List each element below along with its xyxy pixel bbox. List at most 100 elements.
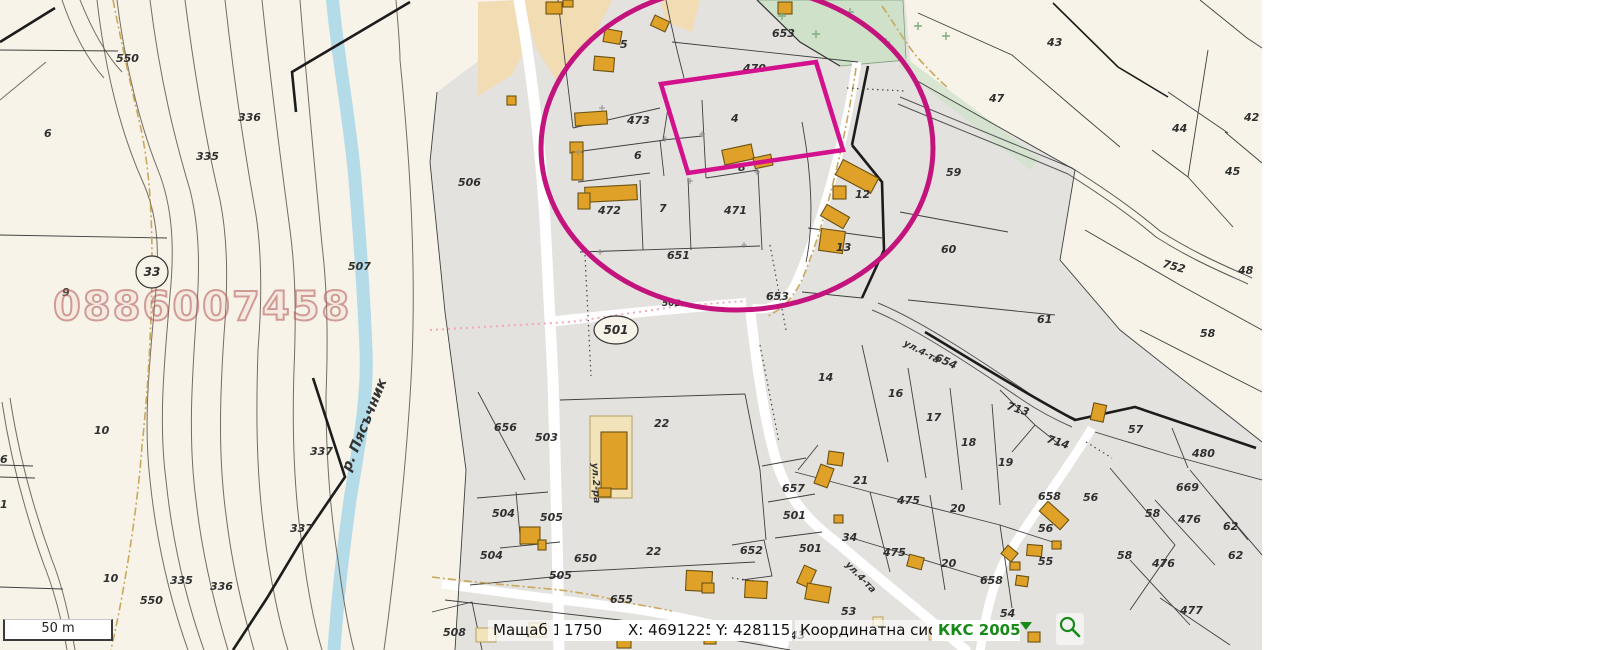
parcel-label: 59 (946, 166, 962, 179)
parcel-label: 655 (610, 593, 633, 606)
parcel-label: 17 (926, 411, 942, 424)
chevron-down-icon[interactable] (1020, 622, 1032, 630)
parcel-label: 650 (574, 552, 597, 565)
parcel-label: 653 (772, 27, 795, 40)
parcel-label: 471 (723, 204, 747, 217)
building (601, 432, 627, 489)
parcel-label: 56 (1083, 491, 1099, 504)
y-label: Y: (716, 621, 728, 639)
right-blank-panel (1262, 0, 1600, 650)
map-viewport: 5503366335507910337611033555033633750656… (0, 0, 1600, 650)
parcel-label: 504 (480, 549, 503, 562)
parcel-label: 22 (646, 545, 662, 558)
parcel-label: 7 (659, 202, 667, 215)
parcel-label: 657 (782, 482, 805, 495)
parcel-label: 6 (44, 127, 52, 140)
parcel-label: 336 (238, 111, 261, 124)
building (778, 2, 792, 14)
parcel-label: 550 (140, 594, 163, 607)
parcel-label: 473 (626, 114, 650, 127)
parcel-label: 476 (1177, 513, 1201, 526)
parcel-label: 43 (1046, 36, 1063, 49)
parcel-label: 9 (62, 286, 70, 299)
circled-label: 33 (144, 265, 161, 279)
parcel-label: 58 (1145, 507, 1161, 520)
parcel-label: 477 (1179, 604, 1203, 617)
parcel-label: 55 (1038, 555, 1054, 568)
building (827, 451, 844, 466)
scale-input[interactable]: 1750 (558, 620, 628, 641)
search-icon (1057, 614, 1083, 640)
parcel-label: 653 (766, 290, 789, 303)
parcel-label: 501 (799, 542, 822, 555)
parcel-label: 337 (310, 445, 333, 458)
parcel-label: 53 (841, 605, 857, 618)
parcel-label: 4 (730, 112, 739, 125)
building (1090, 403, 1106, 422)
parcel-label: 6 (0, 453, 8, 466)
parcel-label: 6 (634, 149, 642, 162)
parcel-label: 14 (818, 371, 833, 384)
parcel-label: 57 (1128, 423, 1144, 436)
parcel-label: 19 (998, 456, 1014, 469)
building (1052, 541, 1061, 549)
building (745, 580, 768, 598)
parcel-label: 61 (1037, 313, 1052, 326)
parcel-label: 336 (210, 580, 233, 593)
parcel-label: 13 (836, 241, 852, 254)
parcel-label: 21 (853, 474, 868, 487)
building (833, 186, 846, 199)
building (593, 56, 614, 72)
parcel-label: 20 (941, 557, 957, 570)
parcel-label: 507 (348, 260, 371, 273)
parcel-label: 550 (116, 52, 139, 65)
building (805, 583, 831, 603)
x-label: X: (628, 621, 643, 639)
parcel-label: 504 (492, 507, 515, 520)
parcel-label: 652 (740, 544, 763, 557)
parcel-label: 58 (1117, 549, 1133, 562)
building (538, 540, 546, 550)
parcel-label: 480 (1191, 447, 1215, 460)
parcel-label: 472 (597, 204, 621, 217)
x-value: 4691225 (648, 621, 715, 639)
parcel-label: 501 (783, 509, 806, 522)
parcel-label: 62 (1223, 520, 1239, 533)
scale-bar: 50 m (3, 619, 113, 641)
parcel-label: 42 (1243, 111, 1260, 124)
parcel-label: 34 (842, 531, 857, 544)
parcel-label: 669 (1176, 481, 1199, 494)
parcel-label: 45 (1224, 165, 1241, 178)
parcel-label: 56 (1038, 522, 1054, 535)
parcel-label: 16 (888, 387, 904, 400)
parcel-label: 48 (1237, 264, 1254, 277)
map-canvas[interactable]: 5503366335507910337611033555033633750656… (0, 0, 1262, 650)
parcel-label: 651 (667, 249, 690, 262)
parcel-label: 62 (1228, 549, 1244, 562)
building (546, 2, 562, 14)
parcel-label: 508 (443, 626, 466, 639)
building (572, 152, 583, 180)
parcel-label: 44 (1171, 122, 1187, 135)
parcel-label: 20 (950, 502, 966, 515)
building (570, 142, 583, 153)
parcel-label: 506 (458, 176, 481, 189)
x-coordinate-field[interactable]: X: 4691225 (622, 620, 712, 641)
parcel-label: 54 (1000, 607, 1015, 620)
parcel-label: 475 (896, 494, 920, 507)
circled-label: 501 (603, 323, 628, 337)
crs-dropdown[interactable]: ККС 2005 (932, 620, 1020, 641)
parcel-label: 335 (170, 574, 193, 587)
search-button[interactable] (1056, 613, 1084, 645)
building (578, 193, 590, 209)
parcel-label: 476 (1151, 557, 1175, 570)
y-value: 428115 (733, 621, 790, 639)
building (1015, 575, 1028, 587)
parcel-label: 58 (1200, 327, 1216, 340)
parcel-label: 12 (855, 188, 871, 201)
parcel-label: 505 (549, 569, 572, 582)
parcel-label: 10 (94, 424, 110, 437)
y-coordinate-field[interactable]: Y: 428115 (710, 620, 792, 641)
crs-value: ККС 2005 (938, 621, 1021, 639)
building (1010, 562, 1020, 570)
